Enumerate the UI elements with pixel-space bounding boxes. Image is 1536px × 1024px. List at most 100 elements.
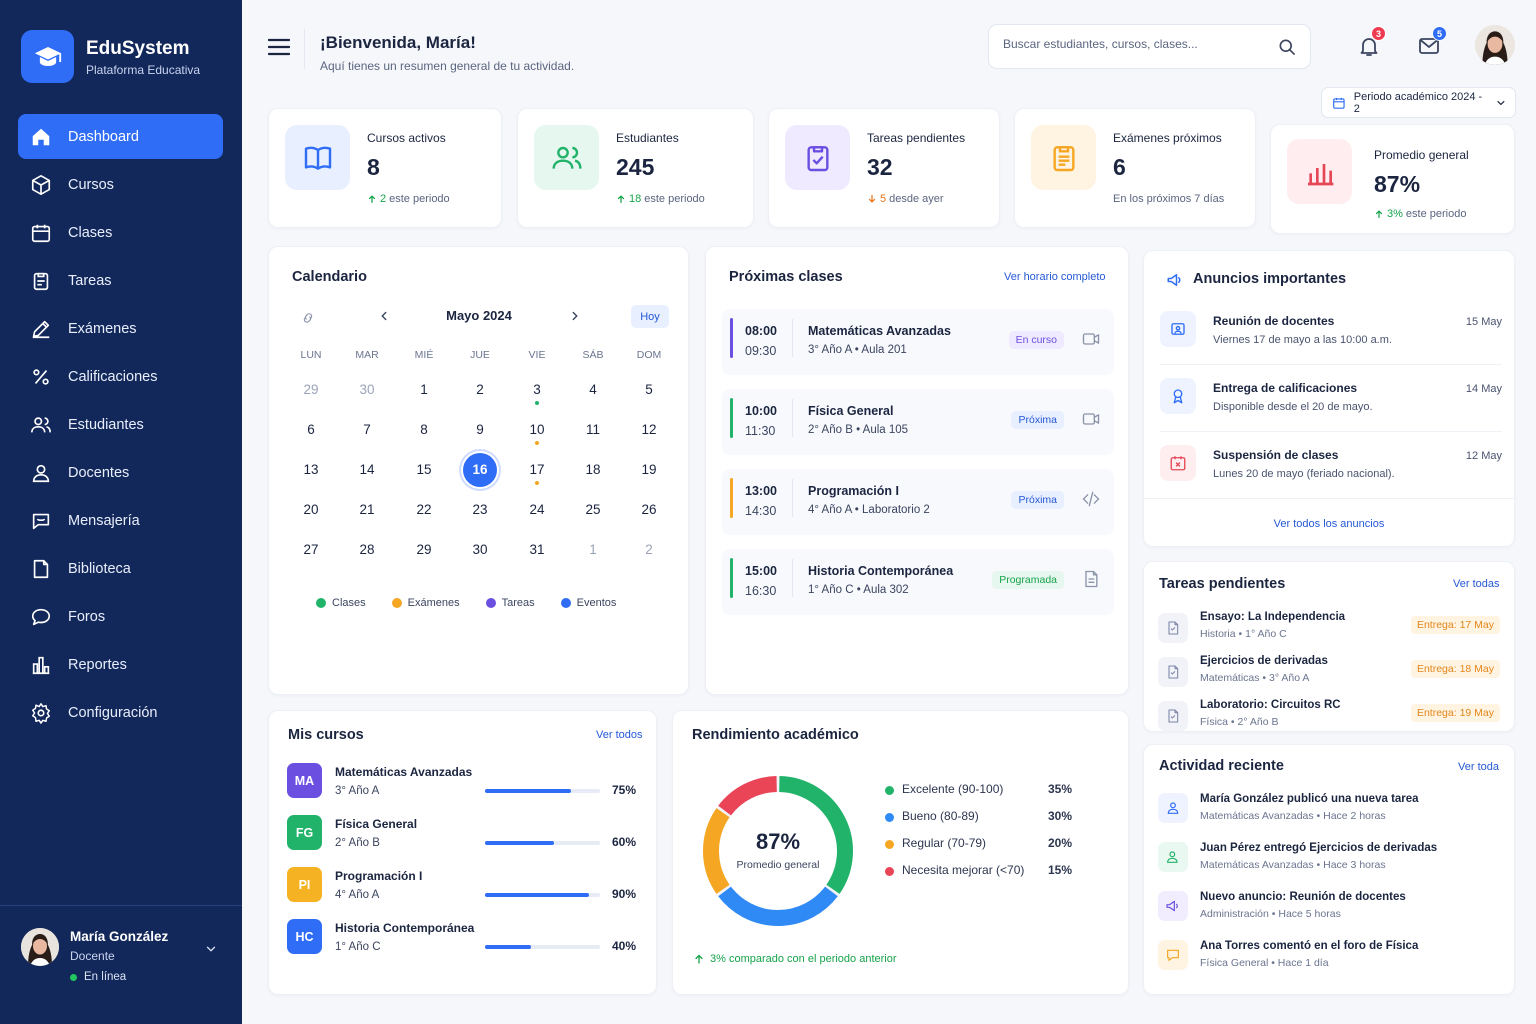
course-item[interactable]: MA Matemáticas Avanzadas 3° Año A 75% bbox=[287, 763, 647, 803]
task-item[interactable]: Laboratorio: Circuitos RC Física • 2° Año… bbox=[1158, 697, 1500, 737]
calendar-day[interactable]: 29 bbox=[294, 373, 328, 407]
avatar[interactable] bbox=[1475, 25, 1515, 65]
calendar-day[interactable]: 4 bbox=[576, 373, 610, 407]
calendar-day[interactable]: 26 bbox=[632, 493, 666, 527]
course-item[interactable]: PI Programación I 4° Año A 90% bbox=[287, 867, 647, 907]
courses-link[interactable]: Ver todos bbox=[596, 729, 642, 741]
calendar-day[interactable]: 7 bbox=[350, 413, 384, 447]
activity-link[interactable]: Ver toda bbox=[1458, 761, 1499, 773]
calendar-day[interactable]: 3 bbox=[520, 373, 554, 407]
search-icon[interactable] bbox=[1277, 37, 1297, 57]
activity-item[interactable]: Ana Torres comentó en el foro de Física F… bbox=[1158, 938, 1500, 978]
today-button[interactable]: Hoy bbox=[631, 305, 669, 328]
activity-item[interactable]: Nuevo anuncio: Reunión de docentes Admini… bbox=[1158, 889, 1500, 929]
class-row[interactable]: 08:00 09:30 Matemáticas Avanzadas 3° Año A … bbox=[722, 309, 1114, 375]
calendar-day[interactable]: 17 bbox=[520, 453, 554, 487]
announcements-link[interactable]: Ver todos los anuncios bbox=[1144, 518, 1514, 530]
menu-icon[interactable] bbox=[268, 37, 290, 57]
calendar-day[interactable]: 13 bbox=[294, 453, 328, 487]
task-item[interactable]: Ensayo: La Independencia Historia • 1° Añ… bbox=[1158, 609, 1500, 649]
link-icon[interactable] bbox=[301, 311, 315, 325]
calendar-day[interactable]: 2 bbox=[463, 373, 497, 407]
search-input[interactable] bbox=[1003, 37, 1253, 51]
sidebar-item-reportes[interactable]: Reportes bbox=[18, 642, 223, 687]
calendar-day[interactable]: 14 bbox=[350, 453, 384, 487]
classes-link[interactable]: Ver horario completo bbox=[1004, 271, 1106, 283]
calendar-day[interactable]: 25 bbox=[576, 493, 610, 527]
stat-card[interactable]: Cursos activos 8 2 este periodo bbox=[268, 108, 502, 228]
calendar-day[interactable]: 5 bbox=[632, 373, 666, 407]
code-icon[interactable] bbox=[1081, 489, 1101, 509]
sidebar-item-configuración[interactable]: Configuración bbox=[18, 690, 223, 735]
announcement-item[interactable]: Reunión de docentes Viernes 17 de mayo a … bbox=[1160, 311, 1502, 351]
sidebar-item-dashboard[interactable]: Dashboard bbox=[18, 114, 223, 159]
period-selector[interactable]: Periodo académico 2024 - 2 bbox=[1321, 87, 1516, 118]
chevron-down-icon[interactable] bbox=[204, 942, 218, 956]
calendar-day[interactable]: 27 bbox=[294, 533, 328, 567]
bell-icon[interactable]: 3 bbox=[1357, 26, 1386, 58]
class-row[interactable]: 10:00 11:30 Física General 2° Año B • Aula … bbox=[722, 389, 1114, 455]
mail-icon[interactable]: 5 bbox=[1417, 26, 1447, 58]
announcement-item[interactable]: Entrega de calificaciones Disponible desd… bbox=[1160, 378, 1502, 418]
calendar-day[interactable]: 21 bbox=[350, 493, 384, 527]
class-row[interactable]: 13:00 14:30 Programación I 4° Año A • Labor… bbox=[722, 469, 1114, 535]
calendar-day[interactable]: 28 bbox=[350, 533, 384, 567]
calendar-day[interactable]: 2 bbox=[632, 533, 666, 567]
announcement-item[interactable]: Suspensión de clases Lunes 20 de mayo (fe… bbox=[1160, 445, 1502, 485]
sidebar-item-estudiantes[interactable]: Estudiantes bbox=[18, 402, 223, 447]
calendar-day[interactable]: 10 bbox=[520, 413, 554, 447]
calendar-day-today[interactable]: 16 bbox=[463, 453, 497, 487]
chevron-left-icon[interactable] bbox=[377, 309, 391, 323]
calendar-day[interactable]: 18 bbox=[576, 453, 610, 487]
tasks-link[interactable]: Ver todas bbox=[1453, 578, 1499, 590]
calendar-day[interactable]: 1 bbox=[407, 373, 441, 407]
calendar-day[interactable]: 24 bbox=[520, 493, 554, 527]
sidebar-item-calificaciones[interactable]: Calificaciones bbox=[18, 354, 223, 399]
video-icon[interactable] bbox=[1081, 329, 1101, 349]
calendar-day[interactable]: 20 bbox=[294, 493, 328, 527]
calendar-day[interactable]: 6 bbox=[294, 413, 328, 447]
sidebar-item-cursos[interactable]: Cursos bbox=[18, 162, 223, 207]
donut-slice-4[interactable] bbox=[718, 776, 778, 816]
calendar-day[interactable]: 15 bbox=[407, 453, 441, 487]
sidebar-item-tareas[interactable]: Tareas bbox=[18, 258, 223, 303]
brand[interactable]: EduSystem Plataforma Educativa bbox=[21, 30, 200, 83]
calendar-day[interactable]: 30 bbox=[463, 533, 497, 567]
course-item[interactable]: HC Historia Contemporánea 1° Año C 40% bbox=[287, 919, 647, 959]
activity-item[interactable]: Juan Pérez entregó Ejercicios de derivad… bbox=[1158, 840, 1500, 880]
calendar-day[interactable]: 9 bbox=[463, 413, 497, 447]
sidebar-item-clases[interactable]: Clases bbox=[18, 210, 223, 255]
sidebar-item-foros[interactable]: Foros bbox=[18, 594, 223, 639]
stat-card[interactable]: Exámenes próximos 6 En los próximos 7 días bbox=[1014, 108, 1256, 228]
calendar-day[interactable]: 23 bbox=[463, 493, 497, 527]
course-name: Programación I bbox=[335, 869, 423, 883]
sidebar-item-biblioteca[interactable]: Biblioteca bbox=[18, 546, 223, 591]
stat-card[interactable]: Estudiantes 245 18 este periodo bbox=[517, 108, 754, 228]
calendar-day[interactable]: 31 bbox=[520, 533, 554, 567]
calendar-day[interactable]: 29 bbox=[407, 533, 441, 567]
calendar-day[interactable]: 8 bbox=[407, 413, 441, 447]
document-icon[interactable] bbox=[1081, 569, 1101, 589]
calendar-day-number: 2 bbox=[476, 382, 484, 397]
calendar-day[interactable]: 1 bbox=[576, 533, 610, 567]
calendar-day[interactable]: 19 bbox=[632, 453, 666, 487]
chevron-right-icon[interactable] bbox=[568, 309, 582, 323]
sidebar-item-mensajería[interactable]: Mensajería bbox=[18, 498, 223, 543]
class-row[interactable]: 15:00 16:30 Historia Contemporánea 1° Año C… bbox=[722, 549, 1114, 615]
sidebar-item-exámenes[interactable]: Exámenes bbox=[18, 306, 223, 351]
task-item[interactable]: Ejercicios de derivadas Matemáticas • 3° … bbox=[1158, 653, 1500, 693]
calendar-day[interactable]: 11 bbox=[576, 413, 610, 447]
video-icon[interactable] bbox=[1081, 409, 1101, 429]
sidebar-item-label: Calificaciones bbox=[68, 368, 158, 385]
donut-slice-2[interactable] bbox=[718, 886, 838, 926]
calendar-day[interactable]: 22 bbox=[407, 493, 441, 527]
sidebar-item-docentes[interactable]: Docentes bbox=[18, 450, 223, 495]
stat-card[interactable]: Promedio general 87% 3% este periodo bbox=[1270, 124, 1515, 234]
calendar-day[interactable]: 30 bbox=[350, 373, 384, 407]
stat-card[interactable]: Tareas pendientes 32 5 desde ayer bbox=[768, 108, 1000, 228]
calendar-day-number: 2 bbox=[645, 542, 653, 557]
activity-item[interactable]: María González publicó una nueva tarea Ma… bbox=[1158, 791, 1500, 831]
course-item[interactable]: FG Física General 2° Año B 60% bbox=[287, 815, 647, 855]
calendar-day[interactable]: 12 bbox=[632, 413, 666, 447]
user-profile[interactable]: María González Docente En línea bbox=[0, 905, 242, 1024]
